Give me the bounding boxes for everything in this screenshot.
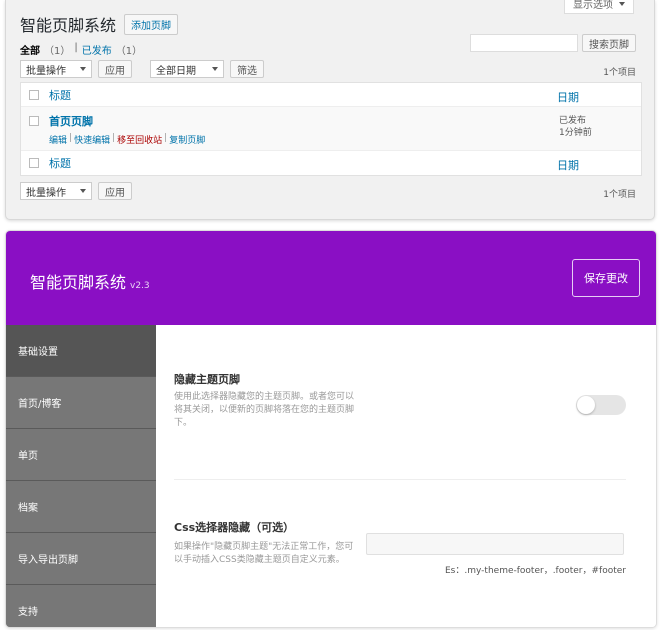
sidebar-item-single-page[interactable]: 单页: [6, 429, 156, 481]
filter-button[interactable]: 筛选: [230, 60, 264, 78]
post-status: 已发布: [559, 116, 587, 126]
settings-content: 隐藏主题页脚 使用此选择器隐藏您的主题页脚。或者您可以将其关闭，以便新的页脚将落…: [156, 325, 656, 627]
caret-down-icon: [80, 67, 86, 71]
css-selector-title: Css选择器隐藏（可选）: [174, 521, 295, 534]
sidebar-item-home-blog[interactable]: 首页/博客: [6, 377, 156, 429]
filter-published[interactable]: 已发布: [82, 42, 112, 57]
hide-footer-description: 使用此选择器隐藏您的主题页脚。或者您可以将其关闭，以便新的页脚将落在您的主题页脚…: [174, 392, 355, 428]
items-count-bottom: 1个项目: [603, 190, 636, 200]
sidebar-item-archive[interactable]: 档案: [6, 481, 156, 533]
table-header: 标题 日期: [21, 83, 641, 107]
column-date-header[interactable]: 日期: [557, 89, 579, 105]
plugin-settings-panel: 智能页脚系统 v2.3 保存更改 基础设置 首页/博客 单页 档案 导入导出页脚…: [5, 230, 657, 628]
duplicate-link[interactable]: 复制页脚: [169, 133, 205, 146]
status-filters: 全部 （1） | 已发布 （1）: [20, 42, 142, 57]
plugin-body: 基础设置 首页/博客 单页 档案 导入导出页脚 支持 隐藏主题页脚 使用此选择器…: [6, 325, 656, 627]
css-selector-input[interactable]: [366, 533, 624, 555]
table-row: 首页页脚 编辑 | 快速编辑 | 移至回收站 | 复制页脚 已发布 1分钟前: [21, 107, 641, 151]
select-all-checkbox-bottom[interactable]: [29, 158, 39, 168]
plugin-sidebar: 基础设置 首页/博客 单页 档案 导入导出页脚 支持: [6, 325, 156, 627]
post-title-link[interactable]: 首页页脚: [49, 113, 205, 129]
tablenav-top: 批量操作 应用 全部日期 筛选: [20, 60, 264, 78]
add-footer-button[interactable]: 添加页脚: [124, 13, 179, 35]
apply-button-top[interactable]: 应用: [98, 60, 132, 78]
bulk-action-select-top[interactable]: 批量操作: [20, 60, 92, 78]
post-time: 1分钟前: [559, 128, 592, 138]
settings-divider: [174, 479, 626, 480]
css-selector-hint: Es：.my-theme-footer，.footer，#footer: [445, 566, 626, 576]
bulk-action-select-bottom[interactable]: 批量操作: [20, 182, 92, 200]
action-separator: |: [112, 133, 116, 143]
date-cell: 已发布 1分钟前: [559, 115, 592, 139]
plugin-title-row: 智能页脚系统 v2.3: [30, 269, 150, 293]
filter-separator: |: [74, 42, 78, 53]
plugin-title: 智能页脚系统: [30, 273, 127, 292]
edit-link[interactable]: 编辑: [49, 133, 67, 146]
items-count-top: 1个项目: [603, 68, 636, 78]
footer-table: 标题 日期 首页页脚 编辑 | 快速编辑 | 移至回收站 | 复制页脚 已发布 …: [20, 82, 642, 176]
action-separator: |: [164, 133, 168, 143]
column-title-header[interactable]: 标题: [49, 87, 71, 103]
css-selector-description: 如果操作"隐藏页脚主题"无法正常工作，您可以手动插入CSS类隐藏主题页自定义元素…: [174, 542, 354, 565]
hide-footer-toggle[interactable]: [576, 395, 626, 415]
caret-down-icon: [80, 189, 86, 193]
row-actions: 编辑 | 快速编辑 | 移至回收站 | 复制页脚: [49, 133, 205, 146]
page-title-row: 智能页脚系统 添加页脚: [20, 12, 179, 36]
post-title-cell: 首页页脚 编辑 | 快速编辑 | 移至回收站 | 复制页脚: [49, 107, 205, 146]
column-date-footer[interactable]: 日期: [557, 157, 579, 173]
screen-options-button[interactable]: 显示选项: [564, 0, 634, 14]
plugin-header: 智能页脚系统 v2.3 保存更改: [6, 231, 656, 325]
tablenav-bottom: 批量操作 应用: [20, 182, 132, 200]
search-footer-button[interactable]: 搜索页脚: [582, 34, 636, 52]
action-separator: |: [69, 133, 73, 143]
filter-all-count: （1）: [44, 46, 71, 57]
date-filter-label: 全部日期: [156, 65, 196, 77]
caret-down-icon: [619, 1, 625, 6]
search-input[interactable]: [470, 34, 578, 52]
bulk-action-label: 批量操作: [26, 65, 66, 77]
caret-down-icon: [212, 67, 218, 71]
plugin-version: v2.3: [130, 281, 150, 291]
filter-published-count: （1）: [115, 46, 143, 57]
save-changes-button[interactable]: 保存更改: [572, 259, 640, 297]
page-title: 智能页脚系统: [20, 16, 117, 35]
bulk-action-label: 批量操作: [26, 187, 66, 199]
table-footer: 标题 日期: [21, 151, 641, 175]
toggle-knob: [577, 396, 595, 414]
select-all-checkbox[interactable]: [29, 89, 39, 100]
filter-all[interactable]: 全部: [20, 42, 40, 57]
apply-button-bottom[interactable]: 应用: [98, 182, 132, 200]
search-box: 搜索页脚: [470, 34, 636, 52]
trash-link[interactable]: 移至回收站: [117, 133, 162, 146]
column-title-footer[interactable]: 标题: [49, 155, 71, 171]
screen-options-label: 显示选项: [573, 0, 613, 11]
hide-footer-title: 隐藏主题页脚: [174, 373, 240, 386]
row-checkbox[interactable]: [29, 116, 39, 126]
quick-edit-link[interactable]: 快速编辑: [74, 133, 110, 146]
sidebar-item-support[interactable]: 支持: [6, 585, 156, 627]
sidebar-item-import-export[interactable]: 导入导出页脚: [6, 533, 156, 585]
footer-list-panel: 显示选项 智能页脚系统 添加页脚 全部 （1） | 已发布 （1） 搜索页脚 批…: [5, 0, 655, 220]
sidebar-item-basic-settings[interactable]: 基础设置: [6, 325, 156, 377]
date-filter-select[interactable]: 全部日期: [150, 60, 224, 78]
